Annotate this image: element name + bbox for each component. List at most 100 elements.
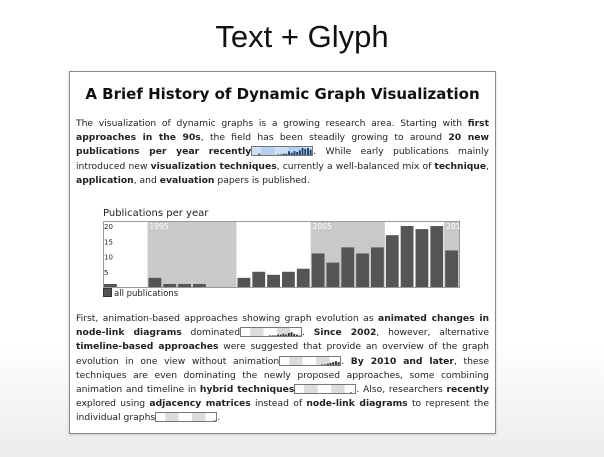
glyph-bar xyxy=(329,362,332,365)
chart-bar xyxy=(356,253,369,287)
glyph-bar xyxy=(261,156,263,157)
paragraph-1-segment: , the field has been steadily growing to… xyxy=(200,132,449,144)
chart-year-label: 2000 xyxy=(239,222,258,231)
glyph-bar xyxy=(296,152,299,156)
chart-bar xyxy=(415,229,429,287)
chart-legend: all publications xyxy=(103,288,178,299)
chart-ytick-label: 20 xyxy=(104,223,113,231)
chart-bar xyxy=(163,283,177,287)
chart-bar xyxy=(178,283,191,287)
glyph-bar xyxy=(213,420,216,422)
paragraph-2-segment: recently xyxy=(446,384,489,396)
paragraph-2-segment: . Also, researchers xyxy=(356,384,447,396)
glyph-bar xyxy=(348,393,350,394)
chart-bar xyxy=(193,283,206,287)
glyph-bar xyxy=(264,156,266,157)
chart-year-label: 2005 xyxy=(313,222,332,231)
chart-ytick-label: 5 xyxy=(104,269,108,277)
paragraph-1-segment: application xyxy=(76,174,134,186)
glyph-bar xyxy=(293,334,296,337)
glyph-bar xyxy=(287,333,290,337)
chart-bar xyxy=(445,250,458,287)
paragraph-2-segment: . xyxy=(302,327,314,339)
paragraph-1-segment: technique xyxy=(434,160,487,172)
chart-bar xyxy=(104,283,117,287)
inline-glyph-animated xyxy=(240,327,303,338)
glyph-bar xyxy=(324,364,327,365)
paragraph-1-segment: papers is published. xyxy=(214,174,310,186)
legend-label: all publications xyxy=(114,289,179,299)
slide-title: Text + Glyph xyxy=(215,19,389,54)
chart-bar xyxy=(400,226,414,287)
glyph-bar xyxy=(285,154,288,156)
chart-bar xyxy=(252,271,266,287)
paragraph-2-segment: node-link diagrams xyxy=(306,398,408,410)
glyph-bar xyxy=(296,334,298,337)
inline-glyph-matrix xyxy=(155,412,218,423)
chart-bar xyxy=(296,268,310,287)
paragraph-2-segment: explored using xyxy=(76,398,150,410)
glyph-bar xyxy=(279,334,282,337)
inline-glyph-timeline xyxy=(279,355,342,366)
glyph-bar xyxy=(291,153,293,156)
glyph-bar xyxy=(350,392,353,394)
glyph-bar xyxy=(277,334,280,337)
chart-bar xyxy=(237,277,251,287)
inline-glyph-years xyxy=(251,146,314,157)
glyph-bar xyxy=(327,363,330,365)
glyph-bar xyxy=(316,365,318,366)
glyph-bar xyxy=(288,151,291,156)
glyph-bar xyxy=(309,150,312,156)
chart-era-shade xyxy=(147,222,237,287)
paragraph-1: The visualization of dynamic graphs is a… xyxy=(76,117,489,188)
glyph-bar xyxy=(274,335,277,337)
paragraph-2-segment: adjacency matrices xyxy=(149,398,251,410)
paragraph-2-segment: hybrid techniques xyxy=(199,384,295,396)
glyph-bar xyxy=(285,334,288,337)
chart-bar xyxy=(341,247,355,287)
chart-bar xyxy=(371,247,384,287)
glyph-bar xyxy=(271,335,274,337)
chart-bar xyxy=(267,274,280,287)
chart-year-label: 1995 xyxy=(150,222,169,231)
paragraph-2-segment: dominated xyxy=(181,327,241,339)
glyph-bar xyxy=(335,360,338,365)
paragraph-1-segment: , xyxy=(486,160,489,172)
glyph-bar xyxy=(267,156,269,157)
legend-swatch xyxy=(103,288,112,297)
paragraph-1-segment: The visualization of dynamic graphs is a… xyxy=(76,118,468,129)
glyph-bar xyxy=(298,335,301,337)
chart-bar xyxy=(385,235,399,287)
glyph-bar xyxy=(293,151,296,156)
glyph-bar xyxy=(277,154,280,156)
paragraph-1-segment: , and xyxy=(133,174,160,186)
paragraph-2-segment: instead of xyxy=(250,398,307,410)
chart-title: Publications per year xyxy=(103,208,209,219)
chart-bar xyxy=(148,277,162,287)
document-title: A Brief History of Dynamic Graph Visuali… xyxy=(85,85,480,103)
chart-bar xyxy=(430,226,444,287)
paragraph-2-segment: timeline-based approaches xyxy=(76,341,219,353)
paragraph-2-segment: Since 2002 xyxy=(313,327,377,339)
glyph-bar xyxy=(266,336,268,337)
glyph-bar xyxy=(319,365,321,366)
glyph-bar xyxy=(269,335,271,337)
paragraph-1-segment: visualization techniques xyxy=(150,160,277,172)
glyph-bar xyxy=(282,154,285,156)
chart-bar xyxy=(282,271,295,287)
chart-ytick-label: 15 xyxy=(104,238,113,246)
glyph-bar xyxy=(247,336,249,337)
paragraph-1-segment: , currently a well-balanced mix of xyxy=(276,160,435,172)
glyph-bar xyxy=(299,150,302,156)
paragraph-2-segment: . xyxy=(341,355,351,367)
glyph-bar xyxy=(342,393,344,394)
glyph-bar xyxy=(211,422,213,423)
glyph-bar xyxy=(290,332,293,337)
paragraph-2-segment: First, animation-based approaches showin… xyxy=(76,313,378,324)
paragraph-2: First, animation-based approaches showin… xyxy=(76,312,489,426)
glyph-bar xyxy=(332,361,335,365)
paragraph-1-segment: evaluation xyxy=(159,174,215,186)
glyph-bar xyxy=(337,361,340,365)
paragraph-2-segment: By 2010 and later xyxy=(350,355,454,367)
document-panel: A Brief History of Dynamic Graph Visuali… xyxy=(69,71,496,434)
